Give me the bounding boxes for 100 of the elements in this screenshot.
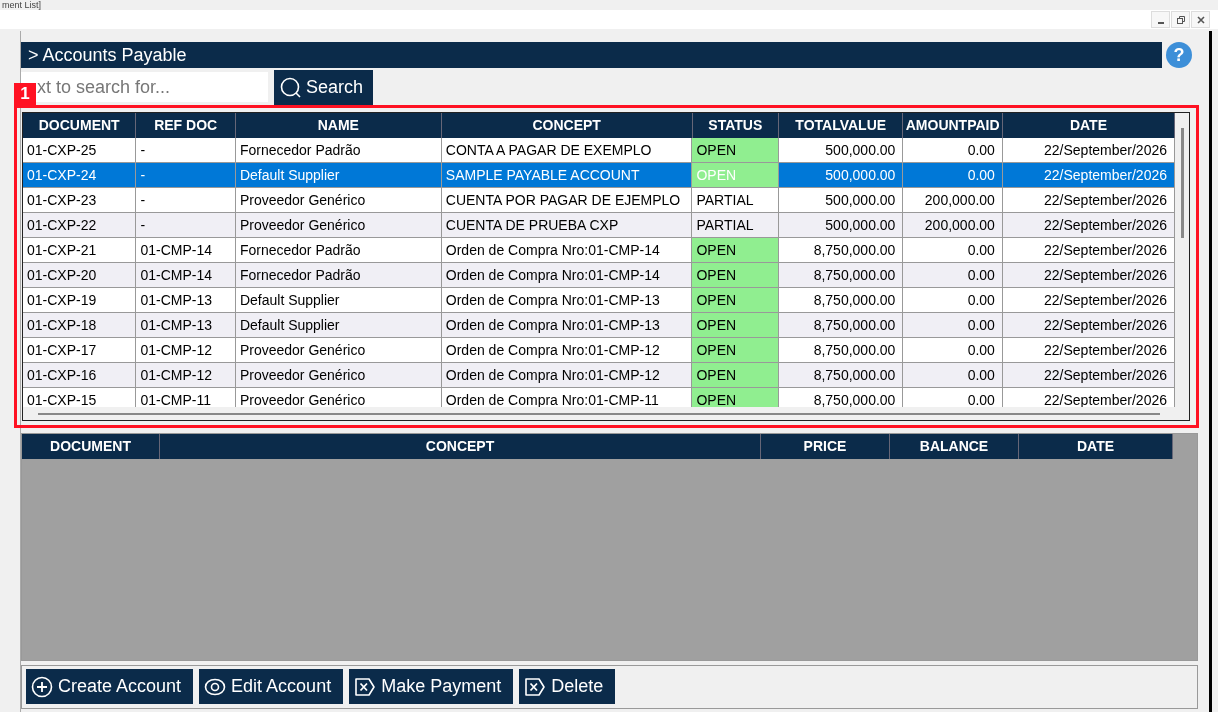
table-cell: 0.00 [903, 313, 1003, 337]
table-cell: 200,000.00 [903, 213, 1003, 237]
status-cell: OPEN [692, 363, 779, 387]
column-header[interactable]: DOCUMENT [22, 434, 160, 459]
minimize-button[interactable] [1151, 11, 1170, 28]
table-cell: 01-CXP-22 [23, 213, 137, 237]
action-button[interactable]: Make Payment [349, 669, 514, 704]
status-cell: OPEN [692, 238, 779, 262]
table-cell: Proveedor Genérico [235, 388, 442, 407]
table-cell: 01-CMP-12 [136, 338, 236, 362]
table-cell: 500,000.00 [779, 163, 904, 187]
table-cell: 0.00 [903, 363, 1003, 387]
table-cell: 22/September/2026 [1002, 288, 1175, 312]
column-header[interactable]: BALANCE [890, 434, 1019, 459]
table-cell: 500,000.00 [779, 138, 904, 162]
table-cell: 0.00 [903, 263, 1003, 287]
delete-key-icon [354, 675, 377, 698]
table-cell: 01-CMP-11 [136, 388, 236, 407]
table-cell: Default Supplier [235, 288, 442, 312]
restore-button[interactable] [1171, 11, 1190, 28]
table-cell: - [136, 213, 236, 237]
table-cell: Proveedor Genérico [235, 188, 442, 212]
table-row[interactable]: 01-CXP-16 01-CMP-12 Proveedor Genérico Orden de Compra Nro:01-CMP-12 OPEN 8,750,000.00 0.00 22/September/2026 [23, 363, 1175, 388]
table-cell: 22/September/2026 [1002, 363, 1175, 387]
table-cell: 01-CMP-14 [136, 263, 236, 287]
table-cell: 22/September/2026 [1002, 313, 1175, 337]
plus-circle-icon [31, 675, 53, 698]
table-cell: 01-CXP-25 [23, 138, 137, 162]
table-cell: 01-CXP-15 [23, 388, 137, 407]
horizontal-scrollbar[interactable] [38, 413, 1160, 415]
table-cell: 8,750,000.00 [779, 388, 904, 407]
column-header[interactable]: DATE [1019, 434, 1173, 459]
action-button[interactable]: Create Account [26, 669, 194, 704]
table-row[interactable]: 01-CXP-23 - Proveedor Genérico CUENTA POR PAGAR DE EJEMPLO PARTIAL 500,000.00 200,000.00 22/September/2026 [23, 188, 1175, 213]
table-cell: 8,750,000.00 [779, 238, 904, 262]
table-cell: 01-CXP-23 [23, 188, 137, 212]
vertical-scrollbar[interactable] [1180, 128, 1184, 238]
status-cell: OPEN [692, 288, 779, 312]
table-cell: Proveedor Genérico [235, 338, 442, 362]
status-cell: OPEN [692, 138, 779, 162]
table-cell: 8,750,000.00 [779, 288, 904, 312]
status-cell: OPEN [692, 163, 779, 187]
close-button[interactable] [1191, 11, 1210, 28]
table-cell: 8,750,000.00 [779, 363, 904, 387]
table-row[interactable]: 01-CXP-18 01-CMP-13 Default Supplier Orden de Compra Nro:01-CMP-13 OPEN 8,750,000.00 0.00 22/September/2026 [23, 313, 1175, 338]
table-cell: 01-CXP-24 [23, 163, 137, 187]
table-cell: 01-CXP-18 [23, 313, 137, 337]
table-cell: 01-CMP-12 [136, 363, 236, 387]
restore-icon [1175, 14, 1186, 25]
table-cell: 8,750,000.00 [779, 338, 904, 362]
table-cell: 0.00 [903, 288, 1003, 312]
table-cell: 22/September/2026 [1002, 238, 1175, 262]
table-cell: 0.00 [903, 163, 1003, 187]
status-cell: OPEN [692, 338, 779, 362]
table-row[interactable]: 01-CXP-24 - Default Supplier SAMPLE PAYABLE ACCOUNT OPEN 500,000.00 0.00 22/September/2026 [23, 163, 1175, 188]
column-header[interactable]: CONCEPT [160, 434, 761, 459]
table-cell: 01-CXP-16 [23, 363, 137, 387]
table-cell: 01-CXP-21 [23, 238, 137, 262]
table-row[interactable]: 01-CXP-22 - Proveedor Genérico CUENTA DE PRUEBA CXP PARTIAL 500,000.00 200,000.00 22/September/2026 [23, 213, 1175, 238]
table-cell: 01-CXP-19 [23, 288, 137, 312]
table-cell: 8,750,000.00 [779, 263, 904, 287]
table-cell: 22/September/2026 [1002, 138, 1175, 162]
action-button[interactable]: Delete [519, 669, 616, 704]
table-cell: - [136, 188, 236, 212]
section-header: > Accounts Payable [21, 42, 1162, 68]
action-button[interactable]: Edit Account [199, 669, 344, 704]
table-cell: 22/September/2026 [1002, 338, 1175, 362]
table-row[interactable]: 01-CXP-21 01-CMP-14 Fornecedor Padrão Orden de Compra Nro:01-CMP-14 OPEN 8,750,000.00 0.00 22/September/2026 [23, 238, 1175, 263]
table-cell: 500,000.00 [779, 188, 904, 212]
table-cell: 200,000.00 [903, 188, 1003, 212]
status-cell: OPEN [692, 313, 779, 337]
table-cell: 22/September/2026 [1002, 188, 1175, 212]
table-cell: - [136, 163, 236, 187]
table-cell: Default Supplier [235, 163, 442, 187]
table-cell: 0.00 [903, 338, 1003, 362]
minimize-icon [1157, 21, 1164, 24]
status-cell: PARTIAL [692, 213, 779, 237]
status-cell: PARTIAL [692, 188, 779, 212]
table-cell: 22/September/2026 [1002, 263, 1175, 287]
table-cell: 22/September/2026 [1002, 213, 1175, 237]
search-button[interactable]: Search [274, 70, 374, 105]
table-row[interactable]: 01-CXP-25 - Fornecedor Padrão CONTA A PAGAR DE EXEMPLO OPEN 500,000.00 0.00 22/September/2026 [23, 138, 1175, 163]
table-cell: Proveedor Genérico [235, 213, 442, 237]
annotation-label: 1 [14, 83, 36, 105]
delete-key-icon [524, 675, 547, 698]
column-header[interactable]: PRICE [761, 434, 890, 459]
table-row[interactable]: 01-CXP-20 01-CMP-14 Fornecedor Padrão Orden de Compra Nro:01-CMP-14 OPEN 8,750,000.00 0.00 22/September/2026 [23, 263, 1175, 288]
table-row[interactable]: 01-CXP-19 01-CMP-13 Default Supplier Orden de Compra Nro:01-CMP-13 OPEN 8,750,000.00 0.00 22/September/2026 [23, 288, 1175, 313]
table-row[interactable]: 01-CXP-17 01-CMP-12 Proveedor Genérico Orden de Compra Nro:01-CMP-12 OPEN 8,750,000.00 0.00 22/September/2026 [23, 338, 1175, 363]
table-cell: 22/September/2026 [1002, 163, 1175, 187]
search-icon [280, 76, 302, 99]
table-cell: 01-CMP-13 [136, 313, 236, 337]
table-cell: 22/September/2026 [1002, 388, 1175, 407]
table-cell: 500,000.00 [779, 213, 904, 237]
table-cell: 0.00 [903, 238, 1003, 262]
table-cell: - [136, 138, 236, 162]
table-cell: CUENTA DE PRUEBA CXP [441, 213, 693, 237]
table-cell: 8,750,000.00 [779, 313, 904, 337]
table-cell: Fornecedor Padrão [235, 238, 442, 262]
table-cell: Default Supplier [235, 313, 442, 337]
